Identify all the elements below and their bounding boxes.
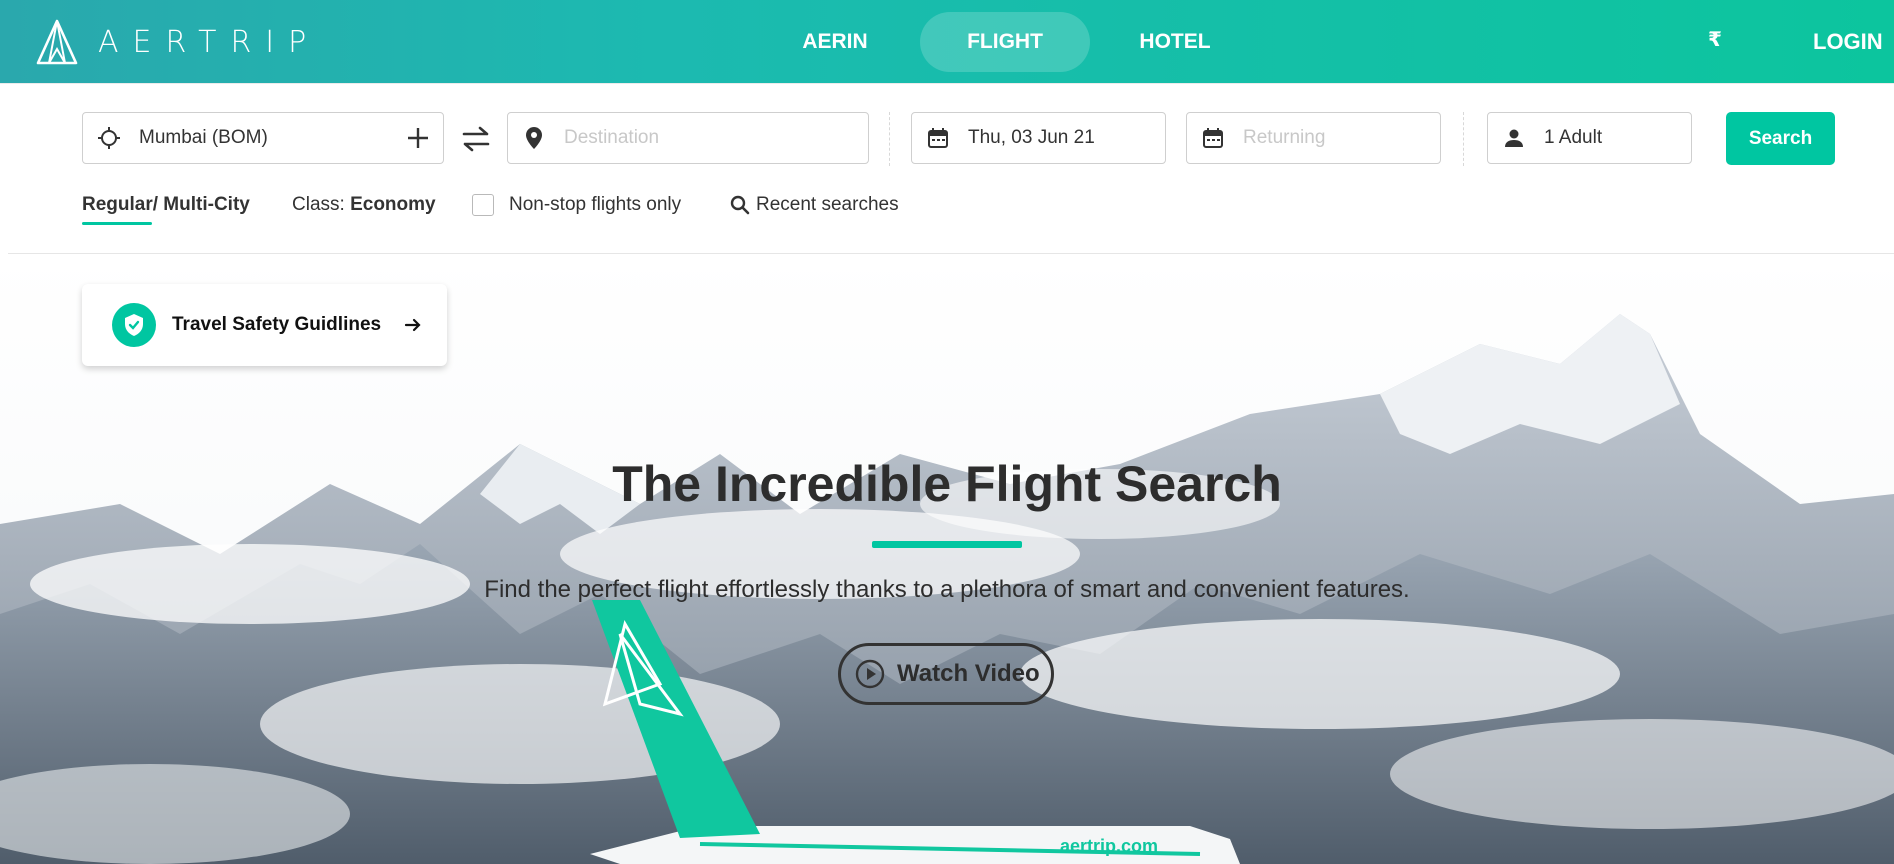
depart-date-value: Thu, 03 Jun 21 — [968, 127, 1095, 148]
arrow-right-icon — [403, 315, 423, 335]
main-nav: AERIN FLIGHT HOTEL — [750, 12, 1260, 72]
aertrip-logo-icon — [36, 19, 78, 65]
return-date-field[interactable]: Returning — [1186, 112, 1441, 164]
travel-safety-card[interactable]: Travel Safety Guidlines — [82, 284, 447, 366]
destination-input[interactable]: Destination — [564, 127, 659, 149]
nonstop-checkbox[interactable] — [472, 194, 494, 216]
travel-safety-label: Travel Safety Guidlines — [172, 314, 382, 335]
person-icon — [1502, 126, 1526, 150]
class-label: Class: — [292, 194, 345, 215]
recent-searches-label: Recent searches — [756, 194, 899, 215]
origin-field[interactable]: Mumbai (BOM) — [82, 112, 444, 164]
travellers-field[interactable]: 1 Adult — [1487, 112, 1692, 164]
watch-video-label: Watch Video — [897, 660, 1040, 687]
flight-search-form: Mumbai (BOM) Destination Thu, 03 Jun 21 … — [0, 112, 1894, 166]
plane-brand-text: aertrip.com — [1060, 836, 1158, 856]
title-underline — [872, 541, 1022, 548]
login-button[interactable]: LOGIN — [1813, 29, 1883, 55]
watch-video-button[interactable]: Watch Video — [838, 643, 1054, 705]
search-icon — [730, 195, 750, 215]
currency-selector[interactable]: ₹ — [1708, 27, 1722, 52]
calendar-icon — [926, 126, 950, 150]
logo[interactable]: AERTRIP — [36, 18, 320, 66]
hero-title: The Incredible Flight Search — [612, 456, 1282, 512]
travellers-value: 1 Adult — [1544, 127, 1603, 148]
nav-flight[interactable]: FLIGHT — [920, 12, 1090, 72]
hero-subtitle: Find the perfect flight effortlessly tha… — [484, 576, 1410, 603]
recent-searches-link[interactable]: Recent searches — [730, 194, 899, 216]
calendar-icon — [1201, 126, 1225, 150]
class-value: Economy — [350, 194, 436, 215]
active-trip-underline — [82, 222, 152, 225]
crosshair-icon — [97, 126, 121, 150]
trip-multicity-option[interactable]: / Multi-City — [153, 194, 250, 215]
trip-regular-option[interactable]: Regular — [82, 194, 153, 225]
logo-text: AERTRIP — [98, 24, 321, 60]
search-button[interactable]: Search — [1726, 112, 1835, 165]
nav-hotel[interactable]: HOTEL — [1090, 12, 1260, 72]
nonstop-label[interactable]: Non-stop flights only — [509, 194, 681, 216]
return-date-input[interactable]: Returning — [1243, 127, 1325, 149]
depart-date-field[interactable]: Thu, 03 Jun 21 — [911, 112, 1166, 164]
divider — [1463, 112, 1464, 166]
swap-arrows-icon[interactable] — [460, 125, 492, 153]
trip-type-toggle: Regular / Multi-City — [82, 194, 250, 225]
search-options: Regular / Multi-City Class: Economy Non-s… — [0, 194, 1894, 230]
origin-value: Mumbai (BOM) — [139, 127, 268, 148]
map-pin-icon — [522, 126, 546, 150]
plus-icon[interactable] — [405, 125, 431, 151]
destination-field[interactable]: Destination — [507, 112, 869, 164]
play-icon — [855, 659, 885, 689]
class-selector[interactable]: Class: Economy — [292, 194, 436, 216]
top-header: AERTRIP AERIN FLIGHT HOTEL ₹ LOGIN — [0, 0, 1894, 83]
nav-aerin[interactable]: AERIN — [750, 12, 920, 72]
divider — [889, 112, 890, 166]
shield-check-icon — [112, 303, 156, 347]
trip-regular-label: Regular — [82, 194, 153, 215]
